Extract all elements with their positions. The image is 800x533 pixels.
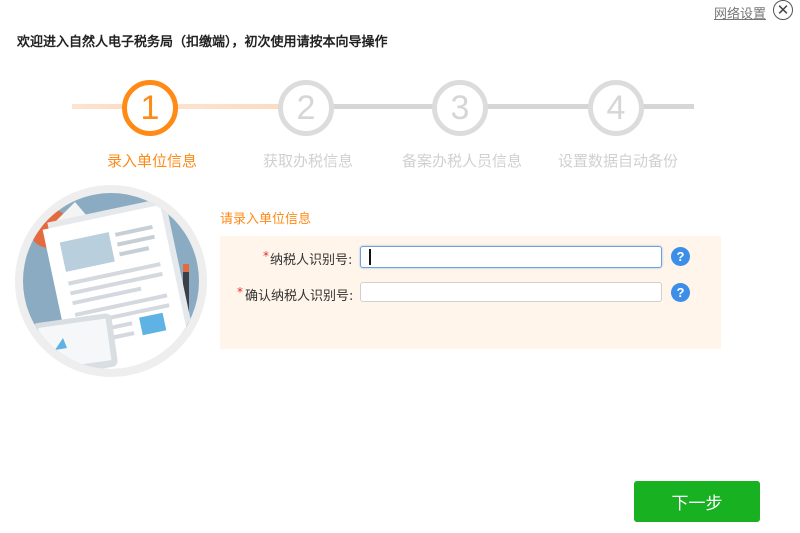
document-illustration bbox=[15, 185, 207, 377]
close-button[interactable]: ✕ bbox=[773, 0, 793, 20]
step-2-label: 获取办税信息 bbox=[262, 152, 354, 170]
step-1-number: 1 bbox=[140, 88, 160, 127]
next-step-button[interactable]: 下一步 bbox=[634, 481, 760, 522]
step-4-label: 设置数据自动备份 bbox=[557, 152, 679, 170]
unit-info-form: * 纳税人识别号: ? * 确认纳税人识别号: ? bbox=[220, 236, 721, 349]
step-1-label: 录入单位信息 bbox=[106, 152, 198, 170]
taxpayer-id-row: * 纳税人识别号: ? bbox=[220, 246, 721, 268]
required-mark: * bbox=[263, 249, 269, 263]
text-caret bbox=[369, 249, 371, 265]
taxpayer-id-input[interactable] bbox=[360, 246, 662, 268]
step-3-circle: 3 bbox=[432, 80, 488, 136]
taxpayer-id-label: 纳税人识别号: bbox=[270, 253, 353, 268]
required-mark: * bbox=[237, 285, 243, 299]
confirm-taxpayer-id-input[interactable] bbox=[360, 282, 662, 302]
help-icon[interactable]: ? bbox=[671, 283, 690, 302]
step-1-circle: 1 bbox=[122, 80, 178, 136]
close-icon: ✕ bbox=[776, 0, 790, 19]
welcome-text: 欢迎进入自然人电子税务局（扣缴端），初次使用请按本向导操作 bbox=[17, 35, 388, 50]
step-4-number: 4 bbox=[606, 88, 626, 127]
step-2-circle: 2 bbox=[278, 80, 334, 136]
confirm-taxpayer-id-label: 确认纳税人识别号: bbox=[245, 289, 354, 304]
step-4-circle: 4 bbox=[588, 80, 644, 136]
confirm-taxpayer-id-row: * 确认纳税人识别号: ? bbox=[220, 282, 721, 304]
network-settings-link[interactable]: 网络设置 bbox=[714, 3, 766, 22]
wizard-steps: 1 2 3 4 录入单位信息 获取办税信息 备案办税人员信息 设置数据自动备份 bbox=[0, 70, 800, 180]
step-2-number: 2 bbox=[296, 88, 316, 127]
step-3-number: 3 bbox=[450, 88, 470, 127]
help-icon[interactable]: ? bbox=[671, 247, 690, 266]
section-title: 请录入单位信息 bbox=[220, 212, 312, 227]
step-3-label: 备案办税人员信息 bbox=[401, 152, 523, 170]
